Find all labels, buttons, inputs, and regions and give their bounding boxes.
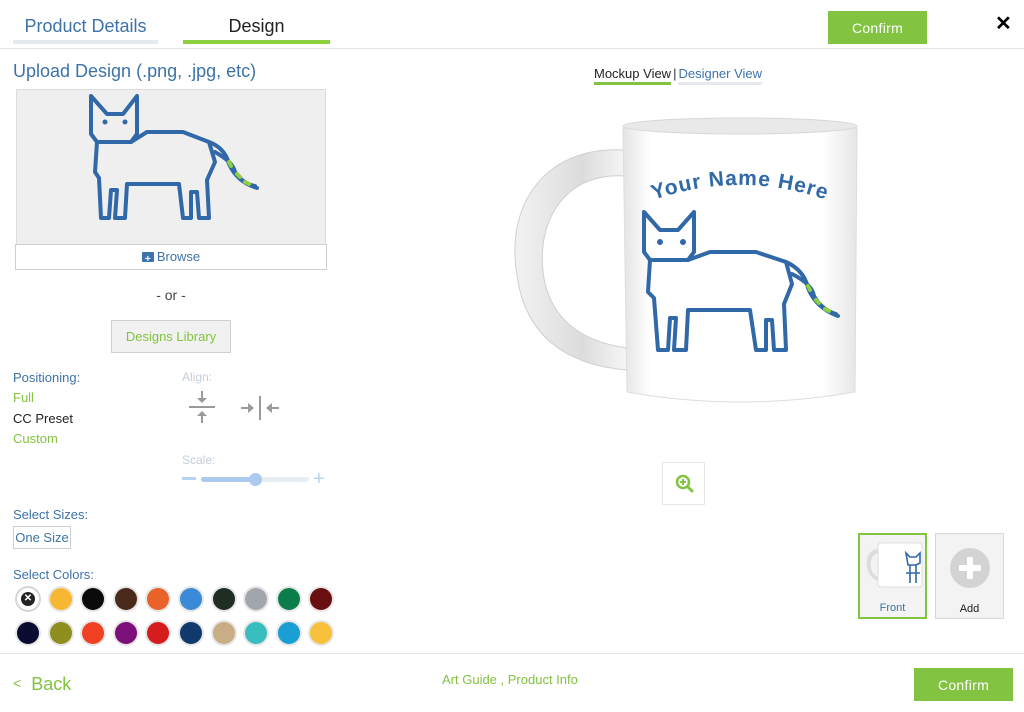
- scale-minus-icon[interactable]: [182, 477, 196, 480]
- color-swatch[interactable]: [277, 622, 300, 644]
- upload-preview[interactable]: [16, 89, 326, 245]
- zoom-button[interactable]: [662, 462, 705, 505]
- color-swatch[interactable]: [212, 588, 235, 610]
- folder-plus-icon: [141, 248, 154, 272]
- tab-product-details[interactable]: Product Details: [13, 16, 158, 44]
- designs-library-button[interactable]: Designs Library: [111, 320, 231, 353]
- color-swatch[interactable]: [49, 622, 72, 644]
- positioning-label: Positioning:: [13, 370, 81, 385]
- designer-view-tab[interactable]: Designer View: [678, 66, 762, 81]
- back-label: Back: [31, 674, 72, 694]
- color-swatch[interactable]: [245, 588, 268, 610]
- tab-design-label: Design: [228, 16, 285, 36]
- color-swatch-none[interactable]: ✕: [17, 588, 39, 610]
- color-swatch[interactable]: [310, 622, 333, 644]
- align-label: Align:: [182, 370, 213, 384]
- browse-label: Browse: [156, 249, 201, 264]
- add-icon: [950, 548, 990, 588]
- close-icon[interactable]: ✕: [995, 14, 1012, 34]
- upload-design-title: Upload Design (.png, .jpg, etc): [13, 61, 257, 81]
- color-swatch[interactable]: [212, 622, 235, 644]
- scale-label: Scale:: [182, 453, 216, 467]
- tab-active-underline: [183, 40, 330, 44]
- confirm-button-bottom[interactable]: Confirm: [914, 668, 1013, 701]
- select-colors-label: Select Colors:: [13, 567, 94, 582]
- confirm-button-top[interactable]: Confirm: [828, 11, 927, 44]
- mockup-view-tab[interactable]: Mockup View: [594, 66, 671, 81]
- back-button[interactable]: < Back: [13, 674, 71, 695]
- footer-links[interactable]: Art Guide , Product Info: [442, 672, 578, 687]
- scale-slider-fill: [201, 477, 255, 482]
- color-swatch[interactable]: [147, 588, 170, 610]
- close-icon: ✕: [21, 592, 35, 606]
- thumbnail-front-label: Front: [879, 602, 906, 614]
- zoom-in-icon: [675, 474, 694, 493]
- footer: < Back Art Guide , Product Info Confirm: [0, 653, 1024, 712]
- top-bar: Product Details Design Confirm ✕: [0, 0, 1024, 49]
- mug-thumbnail-image: [866, 542, 923, 588]
- scale-plus-icon[interactable]: +: [313, 469, 325, 489]
- color-swatch[interactable]: [180, 622, 202, 644]
- art-guide-product-info-links[interactable]: Art Guide , Product Info: [442, 672, 578, 687]
- color-swatch[interactable]: [82, 588, 105, 610]
- mug-mockup: Your Name Here: [514, 117, 858, 403]
- tab-design[interactable]: Design: [183, 16, 330, 44]
- color-swatch[interactable]: [310, 588, 333, 610]
- color-swatch[interactable]: [49, 588, 72, 610]
- color-swatch[interactable]: [114, 622, 137, 644]
- color-swatch[interactable]: [245, 622, 268, 644]
- positioning-option-cc-preset[interactable]: CC Preset: [13, 411, 73, 426]
- tab-underline: [13, 40, 158, 44]
- size-option-one-size[interactable]: One Size: [13, 526, 71, 549]
- positioning-option-full[interactable]: Full: [13, 390, 34, 405]
- scale-slider-handle[interactable]: [249, 473, 262, 486]
- tab-product-details-label: Product Details: [24, 16, 147, 36]
- align-vertical-center-icon[interactable]: [187, 389, 217, 425]
- align-horizontal-center-icon[interactable]: [240, 394, 280, 422]
- or-divider: - or -: [156, 287, 186, 303]
- cat-design-preview: [89, 94, 259, 220]
- color-swatch[interactable]: [147, 622, 170, 644]
- select-sizes-label: Select Sizes:: [13, 507, 89, 522]
- positioning-option-custom[interactable]: Custom: [13, 431, 58, 446]
- view-separator: |: [673, 66, 677, 81]
- thumbnail-add-label: Add: [959, 603, 980, 615]
- color-swatch[interactable]: [180, 588, 202, 610]
- color-swatch[interactable]: [114, 588, 137, 610]
- view-switch: Mockup View | Designer View: [594, 66, 762, 81]
- thumbnail-add[interactable]: Add: [935, 533, 1004, 619]
- thumbnail-front[interactable]: Front: [858, 533, 927, 619]
- chevron-left-icon: <: [13, 675, 22, 691]
- browse-button[interactable]: Browse: [15, 244, 327, 272]
- color-swatch[interactable]: [82, 622, 105, 644]
- color-swatch[interactable]: [17, 622, 39, 644]
- color-swatch[interactable]: [277, 588, 300, 610]
